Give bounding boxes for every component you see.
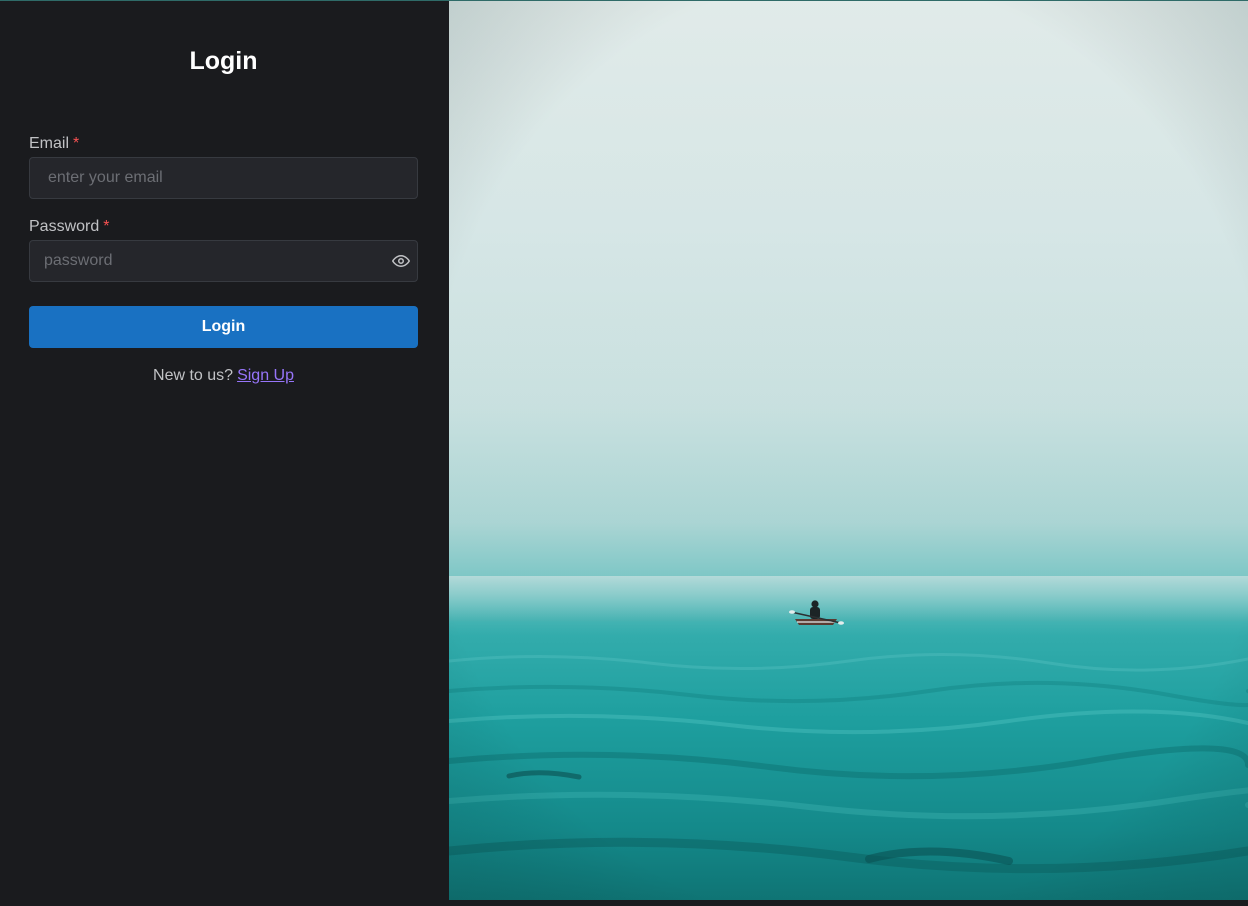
password-label: Password — [29, 218, 100, 235]
password-label-row: Password * — [29, 218, 109, 236]
email-field[interactable] — [30, 158, 417, 198]
signup-prompt: New to us? — [153, 367, 234, 384]
email-field-wrapper — [29, 157, 418, 199]
email-label: Email — [29, 135, 70, 152]
hero-bottom-edge — [449, 900, 1248, 906]
password-required-mark: * — [103, 218, 110, 235]
email-required-mark: * — [73, 135, 80, 152]
password-field[interactable] — [30, 241, 417, 281]
page-title: Login — [189, 47, 258, 75]
eye-icon[interactable] — [391, 251, 411, 271]
email-label-row: Email * — [29, 135, 79, 153]
sea-illustration — [449, 1, 1248, 900]
login-page: Login Email* Password* Login New to us?S… — [0, 0, 1248, 906]
login-panel: Login Email* Password* Login New to us?S… — [0, 1, 449, 906]
signup-prompt-row: New to us? Sign Up — [0, 367, 447, 385]
signup-link[interactable]: Sign Up — [237, 367, 294, 384]
hero-image — [449, 1, 1248, 900]
login-button[interactable]: Login — [29, 306, 418, 348]
password-field-wrapper — [29, 240, 418, 282]
